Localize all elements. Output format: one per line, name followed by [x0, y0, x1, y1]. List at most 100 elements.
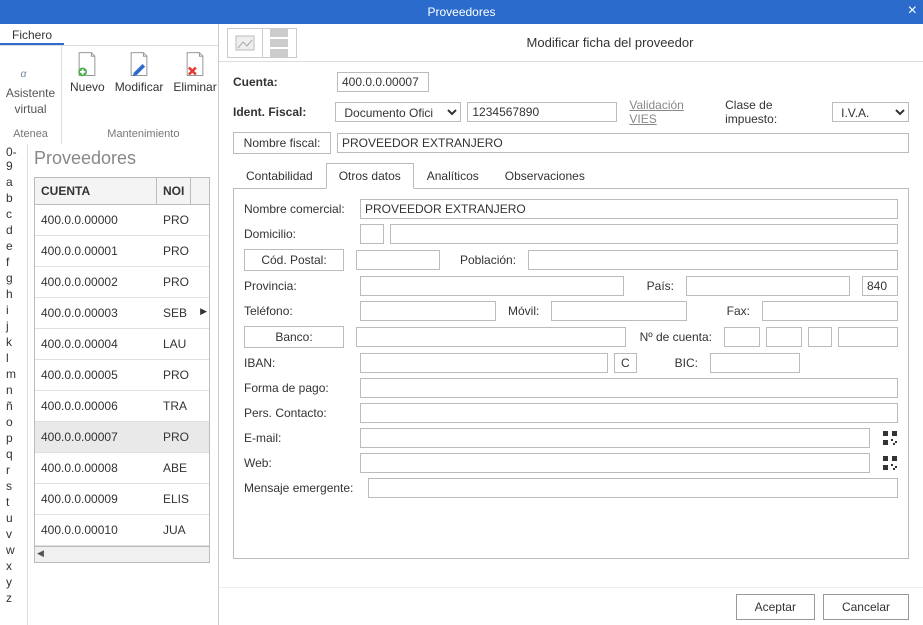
pais-select[interactable]: ESTADOS UNIDOS: [686, 276, 850, 296]
alpha-item[interactable]: h: [0, 286, 27, 302]
provincia-input[interactable]: [360, 276, 624, 296]
banco-input[interactable]: [356, 327, 626, 347]
table-row[interactable]: 400.0.0.00010JUA: [35, 515, 209, 546]
num-cuenta-label: Nº de cuenta:: [640, 330, 712, 344]
alpha-item[interactable]: ñ: [0, 398, 27, 414]
grid-horizontal-scrollbar[interactable]: [35, 546, 209, 562]
fax-input[interactable]: [762, 301, 898, 321]
nuevo-button[interactable]: Nuevo: [70, 50, 105, 94]
asistente-label-1: Asistente: [6, 86, 55, 100]
cod-postal-button[interactable]: Cód. Postal:: [244, 249, 344, 271]
forma-pago-input[interactable]: [360, 378, 898, 398]
movil-input[interactable]: [551, 301, 687, 321]
cancelar-button[interactable]: Cancelar: [823, 594, 909, 620]
alpha-item[interactable]: z: [0, 590, 27, 606]
ident-fiscal-input[interactable]: [467, 102, 617, 122]
pais-code-input[interactable]: [862, 276, 898, 296]
table-row[interactable]: 400.0.0.00001PRO: [35, 236, 209, 267]
alpha-item[interactable]: 0-9: [0, 144, 27, 174]
table-row[interactable]: 400.0.0.00008ABE: [35, 453, 209, 484]
otros-datos-panel: Nombre comercial: Domicilio: Cód. Postal…: [233, 189, 909, 559]
alpha-item[interactable]: x: [0, 558, 27, 574]
alpha-item[interactable]: i: [0, 302, 27, 318]
poblacion-input[interactable]: [528, 250, 898, 270]
col-cuenta-header[interactable]: CUENTA: [35, 178, 157, 204]
modificar-button[interactable]: Modificar: [115, 50, 164, 94]
tab-contabilidad[interactable]: Contabilidad: [233, 163, 326, 189]
email-input[interactable]: [360, 428, 870, 448]
alpha-item[interactable]: r: [0, 462, 27, 478]
web-input[interactable]: [360, 453, 870, 473]
ident-tipo-select[interactable]: Documento Ofici: [335, 102, 461, 122]
alpha-item[interactable]: t: [0, 494, 27, 510]
alpha-item[interactable]: l: [0, 350, 27, 366]
nombre-fiscal-input[interactable]: [337, 133, 909, 153]
cod-postal-input[interactable]: [356, 250, 440, 270]
close-icon[interactable]: ×: [908, 2, 917, 20]
alpha-item[interactable]: p: [0, 430, 27, 446]
alpha-item[interactable]: b: [0, 190, 27, 206]
iban-input[interactable]: [360, 353, 608, 373]
alpha-item[interactable]: a: [0, 174, 27, 190]
table-row[interactable]: 400.0.0.00007PRO: [35, 422, 209, 453]
nombre-comercial-input[interactable]: [360, 199, 898, 219]
modificar-proveedor-dialog: Modificar ficha del proveedor Cuenta: Id…: [218, 24, 923, 625]
domicilio-input[interactable]: [390, 224, 898, 244]
qr-icon[interactable]: [882, 455, 898, 471]
cell-cuenta: 400.0.0.00007: [35, 422, 157, 452]
validacion-vies-link[interactable]: Validación VIES: [629, 98, 713, 126]
alpha-item[interactable]: s: [0, 478, 27, 494]
alpha-item[interactable]: j: [0, 318, 27, 334]
table-row[interactable]: 400.0.0.00004LAU: [35, 329, 209, 360]
domicilio-tipo-input[interactable]: [360, 224, 384, 244]
eliminar-button[interactable]: Eliminar: [173, 50, 216, 94]
alpha-item[interactable]: m: [0, 366, 27, 382]
tab-otros-datos[interactable]: Otros datos: [326, 163, 414, 189]
mensaje-emergente-input[interactable]: [368, 478, 898, 498]
iban-c-button[interactable]: C: [614, 353, 637, 373]
num-cuenta-2[interactable]: [766, 327, 802, 347]
pers-contacto-input[interactable]: [360, 403, 898, 423]
image-view-icon[interactable]: [228, 29, 263, 57]
banco-button[interactable]: Banco:: [244, 326, 344, 348]
table-row[interactable]: 400.0.0.00005PRO: [35, 360, 209, 391]
alpha-item[interactable]: u: [0, 510, 27, 526]
nombre-fiscal-button[interactable]: Nombre fiscal:: [233, 132, 331, 154]
alpha-item[interactable]: g: [0, 270, 27, 286]
alpha-item[interactable]: c: [0, 206, 27, 222]
num-cuenta-4[interactable]: [838, 327, 898, 347]
alpha-item[interactable]: w: [0, 542, 27, 558]
view-mode-toggle[interactable]: [227, 28, 297, 58]
aceptar-button[interactable]: Aceptar: [736, 594, 815, 620]
tab-analiticos[interactable]: Analíticos: [414, 163, 492, 189]
qr-icon[interactable]: [882, 430, 898, 446]
clase-impuesto-select[interactable]: I.V.A.: [832, 102, 909, 122]
alpha-item[interactable]: d: [0, 222, 27, 238]
asistente-virtual-button[interactable]: α Asistente virtual: [8, 56, 53, 116]
grid-title: Proveedores: [34, 144, 210, 177]
alpha-item[interactable]: k: [0, 334, 27, 350]
ribbon-tab-fichero[interactable]: Fichero: [0, 24, 64, 45]
eliminar-label: Eliminar: [173, 80, 216, 94]
tab-observaciones[interactable]: Observaciones: [492, 163, 598, 189]
bic-input[interactable]: [710, 353, 800, 373]
list-view-icon[interactable]: [263, 29, 297, 57]
table-row[interactable]: 400.0.0.00002PRO: [35, 267, 209, 298]
alpha-item[interactable]: e: [0, 238, 27, 254]
table-row[interactable]: 400.0.0.00006TRA: [35, 391, 209, 422]
num-cuenta-1[interactable]: [724, 327, 760, 347]
num-cuenta-3[interactable]: [808, 327, 832, 347]
col-nombre-header[interactable]: NOI: [157, 178, 191, 204]
table-row[interactable]: 400.0.0.00003SEB: [35, 298, 209, 329]
alpha-item[interactable]: y: [0, 574, 27, 590]
alpha-item[interactable]: o: [0, 414, 27, 430]
alpha-navigator[interactable]: 0-9abcdefghijklmnñopqrstuvwxyz: [0, 144, 28, 625]
alpha-item[interactable]: q: [0, 446, 27, 462]
cuenta-input[interactable]: [337, 72, 429, 92]
alpha-item[interactable]: n: [0, 382, 27, 398]
alpha-item[interactable]: v: [0, 526, 27, 542]
telefono-input[interactable]: [360, 301, 496, 321]
table-row[interactable]: 400.0.0.00000PRO: [35, 205, 209, 236]
table-row[interactable]: 400.0.0.00009ELIS: [35, 484, 209, 515]
alpha-item[interactable]: f: [0, 254, 27, 270]
